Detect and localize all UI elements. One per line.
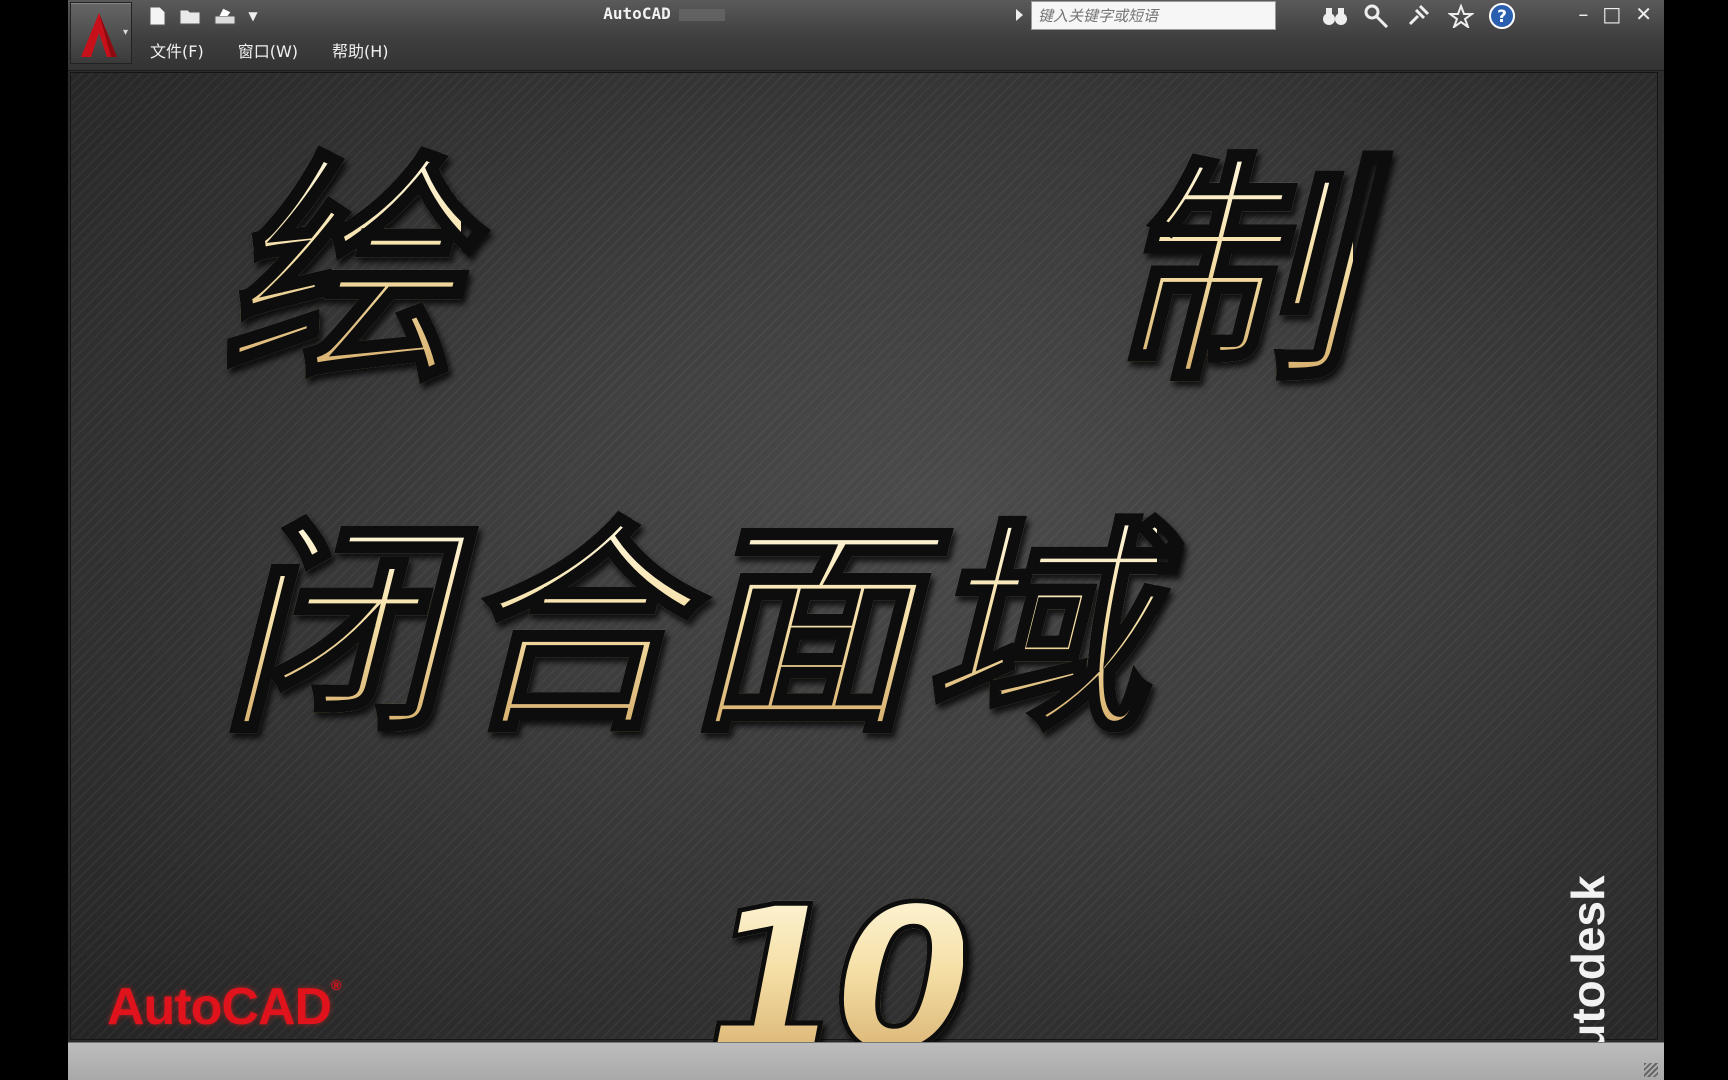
menu-help[interactable]: 帮助(H) (332, 38, 389, 62)
close-icon[interactable]: ✕ (1635, 2, 1652, 26)
minimize-icon[interactable]: – (1578, 2, 1588, 26)
infocenter-toolbar: ? (1320, 2, 1518, 30)
window-title: AutoCAD (554, 4, 774, 23)
plot-icon[interactable] (212, 5, 238, 27)
qat-dropdown-icon[interactable]: ▼ (246, 5, 260, 27)
autocad-logo: AutoCAD® (107, 977, 341, 1037)
splash-canvas: 绘 制 闭合面域 10 AutoCAD® Autodesk (70, 72, 1658, 1080)
headline-char-2: 制 (1110, 133, 1355, 413)
headline-main: 闭合面域 (218, 500, 1158, 763)
status-bar (68, 1042, 1664, 1080)
application-menu-button[interactable]: ▾ (70, 2, 132, 64)
autocad-logo-text: AutoCAD (107, 978, 332, 1036)
app-menu-dropdown-icon: ▾ (122, 27, 128, 38)
maximize-icon[interactable]: □ (1602, 2, 1621, 26)
blurred-title-suffix (678, 8, 725, 21)
registered-mark: ® (331, 977, 341, 993)
search-expand-icon[interactable] (1016, 9, 1023, 21)
star-icon[interactable] (1446, 2, 1476, 30)
open-folder-icon[interactable] (178, 5, 204, 27)
window-title-text: AutoCAD (603, 4, 671, 23)
title-bar: ▾ ▼ AutoCAD 文件(F) 窗口(W) 帮助(H) 键入关键字或短语 ?… (68, 0, 1664, 71)
satellite-icon[interactable] (1404, 2, 1434, 30)
help-icon[interactable]: ? (1488, 2, 1518, 30)
menu-file[interactable]: 文件(F) (150, 38, 204, 62)
menu-window[interactable]: 窗口(W) (238, 38, 298, 62)
binoculars-icon[interactable] (1320, 2, 1350, 30)
menu-bar: 文件(F) 窗口(W) 帮助(H) (150, 38, 389, 62)
quick-access-toolbar: ▼ (144, 4, 260, 28)
key-icon[interactable] (1362, 2, 1392, 30)
svg-text:?: ? (1497, 7, 1507, 27)
resize-grip-icon[interactable] (1644, 1063, 1658, 1077)
new-file-icon[interactable] (144, 5, 170, 27)
autocad-window: ▾ ▼ AutoCAD 文件(F) 窗口(W) 帮助(H) 键入关键字或短语 ?… (68, 0, 1664, 1080)
autocad-a-icon (81, 13, 117, 57)
window-controls: – □ ✕ (1578, 2, 1652, 26)
search-input[interactable] (1031, 1, 1276, 30)
headline-char-1: 绘 (218, 133, 463, 413)
